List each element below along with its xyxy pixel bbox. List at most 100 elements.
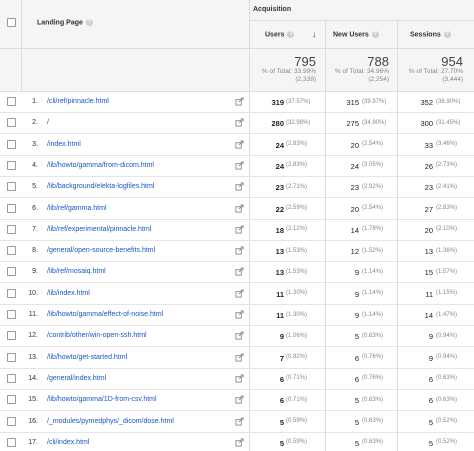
header-divider [249,20,474,21]
open-in-new-icon[interactable] [235,331,244,340]
acquisition-group-header: Acquisition [253,6,292,13]
row-checkbox[interactable] [7,224,16,234]
row-checkbox[interactable] [7,182,16,192]
row-index: 11. [28,311,38,318]
landing-page-link[interactable]: /lib/ref/mosaiq.html [47,268,106,275]
sessions-value: 9 [428,353,433,363]
row-checkbox[interactable] [7,352,16,362]
users-value: 5 [279,417,284,427]
landing-page-link[interactable]: /cli/index.html [47,439,89,446]
sessions-value: 33 [424,140,433,150]
row-checkbox[interactable] [7,373,16,383]
landing-page-link[interactable]: /lib/howto/gamma/1D-from-csv.html [47,396,157,403]
help-icon[interactable]: ? [443,31,451,38]
new-users-total-value: 788 [367,54,389,69]
users-value: 24 [275,161,284,171]
row-checkbox[interactable] [7,310,16,319]
new-users-value: 9 [354,311,359,320]
new-users-percent: (2.54%) [362,205,384,211]
row-checkbox[interactable] [7,246,16,256]
sessions-value: 9 [428,332,433,342]
row-index: 12. [28,332,38,340]
landing-page-link[interactable]: /lib/background/elekta-logfiles.html [47,183,154,190]
row-checkbox[interactable] [7,416,16,426]
open-in-new-icon[interactable] [235,353,244,362]
open-in-new-icon[interactable] [235,374,244,383]
new-users-percent: (3.05%) [362,162,384,169]
open-in-new-icon[interactable] [235,310,244,319]
open-in-new-icon[interactable] [235,161,244,170]
landing-page-header[interactable]: Landing Page? [37,19,93,26]
row-checkbox[interactable] [7,97,16,106]
open-in-new-icon[interactable] [235,395,244,404]
landing-page-link[interactable]: /lib/index.html [47,290,90,297]
landing-page-link[interactable]: /_modules/pymedphys/_dicom/dose.html [47,418,174,425]
new-users-total-base: (2,254) [368,76,389,83]
users-percent: (2.59%) [286,205,308,211]
row-checkbox[interactable] [7,288,16,298]
sessions-percent: (0.52%) [436,418,458,424]
landing-page-link[interactable]: /lib/ref/experimental/pinnacle.html [47,226,151,233]
table-row: 13./lib/howto/get-started.html 7 (0.82%) 6(… [0,348,474,369]
open-in-new-icon[interactable] [235,182,244,191]
sort-descending-icon[interactable]: ↓ [312,29,317,39]
new-users-value: 9 [354,289,359,299]
help-icon[interactable]: ? [371,31,379,38]
landing-page-link[interactable]: /general/open-source-benefits.html [47,247,155,254]
select-all-checkbox[interactable] [7,18,16,27]
users-total-share: % of Total: 33.99% [261,68,316,75]
open-in-new-icon[interactable] [235,267,244,276]
landing-page-link[interactable]: /lib/howto/gamma/from-dicom.html [47,162,154,169]
users-percent: (0.71%) [286,375,308,382]
row-checkbox[interactable] [7,160,16,170]
open-in-new-icon[interactable] [235,416,244,426]
row-index: 4. [32,161,38,169]
help-icon[interactable]: ? [85,19,93,26]
landing-page-link[interactable]: /general/index.html [47,375,106,382]
help-icon[interactable]: ? [287,31,295,38]
open-in-new-icon[interactable] [235,289,244,298]
open-in-new-icon[interactable] [235,118,244,127]
users-column-header[interactable]: Users? [265,31,295,38]
landing-page-link[interactable]: /contrib/other/win-open-ssh.html [47,332,147,339]
new-users-percent: (39.97%) [362,98,387,105]
sessions-value: 15 [424,268,433,278]
row-checkbox[interactable] [7,395,16,405]
new-users-percent: (0.76%) [362,375,384,382]
open-in-new-icon[interactable] [235,203,244,213]
sessions-column-header[interactable]: Sessions? [410,31,451,38]
users-percent: (0.59%) [286,418,308,424]
open-in-new-icon[interactable] [235,438,244,447]
open-in-new-icon[interactable] [235,225,244,234]
sessions-percent: (3.46%) [436,141,458,148]
landing-page-link[interactable]: / [47,119,49,126]
open-in-new-icon[interactable] [235,97,244,106]
landing-page-link[interactable]: /lib/ref/gamma.html [47,205,107,212]
row-index: 2. [32,119,38,127]
sessions-value: 5 [428,438,433,448]
row-checkbox[interactable] [7,139,16,149]
landing-page-link[interactable]: /lib/howto/get-started.html [47,354,127,361]
users-percent: (2.71%) [286,183,308,190]
row-index: 1. [32,98,38,105]
users-percent: (0.82%) [286,354,308,361]
open-in-new-icon[interactable] [235,140,244,149]
row-checkbox[interactable] [7,267,16,277]
sessions-percent: (2.10%) [436,226,458,233]
landing-page-link[interactable]: /cli/ref/pinnacle.html [47,98,109,105]
users-percent: (0.59%) [286,439,308,446]
users-percent: (1.06%) [286,332,308,339]
users-total-base: (2,339) [295,76,316,83]
row-checkbox[interactable] [7,331,16,341]
open-in-new-icon[interactable] [235,246,244,255]
row-index: 16. [28,417,38,425]
row-checkbox[interactable] [7,118,16,128]
row-checkbox[interactable] [7,437,16,447]
row-checkbox[interactable] [7,203,16,213]
users-value: 18 [275,225,284,235]
new-users-value: 20 [350,204,359,214]
new-users-column-header[interactable]: New Users? [333,31,379,38]
landing-page-link[interactable]: /lib/howto/gamma/effect-of-noise.html [47,311,163,318]
users-value: 9 [279,332,284,342]
landing-page-link[interactable]: /index.html [47,141,81,148]
